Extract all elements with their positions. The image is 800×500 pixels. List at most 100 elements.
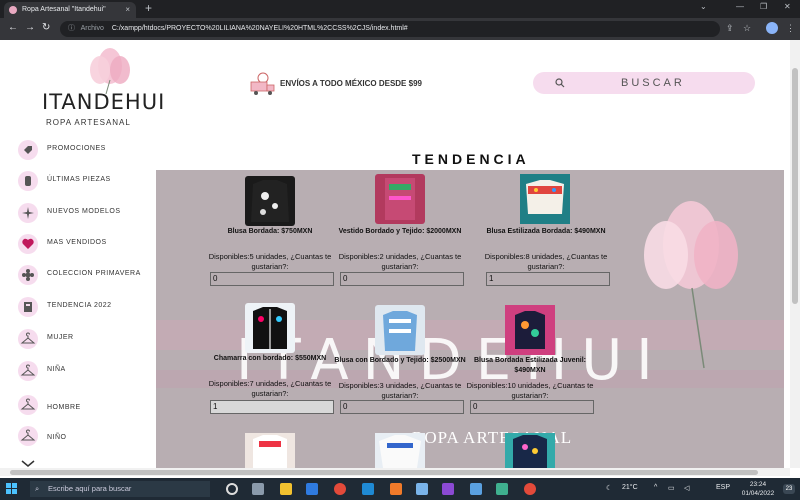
product-image[interactable] <box>375 433 425 468</box>
product-image[interactable] <box>245 176 295 226</box>
vscode-icon[interactable] <box>362 483 374 495</box>
notification-badge[interactable]: 23 <box>783 484 795 494</box>
product-name: Blusa Bordada: $750MXN <box>227 228 313 235</box>
delivery-truck-icon <box>250 72 275 95</box>
restore-icon[interactable]: ❐ <box>760 2 767 11</box>
sidebar-item-coleccion-primavera[interactable]: COLECCION PRIMAVERA <box>18 265 148 295</box>
tray-chevron-icon[interactable]: ^ <box>654 484 657 491</box>
quantity-stepper[interactable]: 1 <box>210 400 334 414</box>
sidebar-item-promociones[interactable]: PROMOCIONES <box>18 140 148 170</box>
task-view-icon[interactable] <box>226 483 238 495</box>
app-icon[interactable] <box>416 483 428 495</box>
widgets-icon[interactable] <box>252 483 264 495</box>
network-icon[interactable]: ▭ <box>668 484 675 492</box>
taskbar-search-placeholder: Escribe aquí para buscar <box>48 484 132 493</box>
product-stock: Disponibles:2 unidades, ¿Cuantas te gust… <box>338 252 462 271</box>
sidebar-item-hombre[interactable]: HOMBRE <box>18 395 148 425</box>
product-name: Blusa Bordada Estilizada Juvenil: $490MX… <box>473 357 587 374</box>
sidebar-item-nino[interactable]: NIÑO <box>18 426 148 456</box>
hanger-icon <box>18 426 38 446</box>
sidebar-item-label: MAS VENDIDOS <box>47 239 107 246</box>
flower-logo-icon <box>90 48 130 94</box>
quantity-input[interactable]: 0 <box>470 400 594 414</box>
tab-search-icon[interactable]: ⌄ <box>700 2 707 11</box>
quantity-input[interactable]: 0 <box>340 400 464 414</box>
product-image[interactable] <box>505 305 555 355</box>
search-icon <box>555 78 565 88</box>
menu-icon[interactable]: ⋮ <box>786 23 795 34</box>
sidebar-item-label: TENDENCIA 2022 <box>47 302 112 309</box>
volume-icon[interactable]: ◁ <box>684 484 689 492</box>
taskbar-clock[interactable]: 23:24 01/04/2022 <box>738 480 778 498</box>
vertical-scroll-thumb[interactable] <box>792 68 798 304</box>
product-image[interactable] <box>505 433 555 468</box>
sidebar-item-mujer[interactable]: MUJER <box>18 329 148 359</box>
minimize-icon[interactable]: — <box>736 2 744 11</box>
visual-studio-icon[interactable] <box>442 483 454 495</box>
logo[interactable]: ITANDEHUI ROPA ARTESANAL <box>34 44 164 127</box>
jar-icon <box>18 171 38 191</box>
profile-avatar[interactable] <box>766 22 778 34</box>
chevron-down-icon[interactable] <box>21 460 35 468</box>
reload-icon[interactable]: ↻ <box>42 22 50 33</box>
clock-time: 23:24 <box>749 481 767 488</box>
mail-icon[interactable] <box>306 483 318 495</box>
address-protocol: Archivo <box>80 25 104 32</box>
address-bar[interactable]: ⓘ Archivo C:/xampp/htdocs/PROYECTO%20LIL… <box>60 21 720 37</box>
quantity-input[interactable]: 0 <box>210 272 334 286</box>
product-image[interactable] <box>245 433 295 468</box>
language-indicator[interactable]: ESP <box>716 484 730 491</box>
info-icon[interactable]: ⓘ <box>68 25 75 32</box>
chrome-icon[interactable] <box>524 483 536 495</box>
sidebar-item-ultimas-piezas[interactable]: ÚLTIMAS PIEZAS <box>18 171 148 201</box>
search-bar[interactable]: BUSCAR <box>533 72 755 94</box>
file-explorer-icon[interactable] <box>280 483 292 495</box>
product-image[interactable] <box>375 174 425 224</box>
heart-icon <box>18 234 38 254</box>
address-url: C:/xampp/htdocs/PROYECTO%20LILIANA%20NAY… <box>111 25 408 32</box>
search-label: BUSCAR <box>621 77 685 89</box>
hanger-icon <box>18 395 38 415</box>
quantity-input[interactable]: 0 <box>340 272 464 286</box>
windows-taskbar: ⌕ Escribe aquí para buscar ☾ 21°C ^ ▭ ◁ … <box>0 478 800 500</box>
horizontal-scroll-thumb[interactable] <box>10 470 758 475</box>
browser-toolbar: ← → ↻ ⓘ Archivo C:/xampp/htdocs/PROYECTO… <box>0 18 800 40</box>
taskbar-search[interactable]: ⌕ Escribe aquí para buscar <box>30 481 210 497</box>
sidebar-item-nina[interactable]: NIÑA <box>18 361 148 391</box>
sidebar-item-label: ÚLTIMAS PIEZAS <box>47 176 111 183</box>
close-window-icon[interactable]: ✕ <box>784 2 791 11</box>
trend-icon <box>18 297 38 317</box>
tab-title: Ropa Artesanal "Itandehui" <box>22 6 106 13</box>
chrome-icon[interactable] <box>334 483 346 495</box>
product-image[interactable] <box>245 303 295 353</box>
section-title: TENDENCIA <box>412 151 530 167</box>
windows-start-icon[interactable] <box>6 483 18 495</box>
quantity-input[interactable]: 1 <box>486 272 610 286</box>
sidebar-item-tendencia[interactable]: TENDENCIA 2022 <box>18 297 148 327</box>
favicon-icon <box>9 6 17 14</box>
new-tab-button[interactable]: + <box>145 1 152 15</box>
hanger-icon <box>18 329 38 349</box>
search-icon: ⌕ <box>35 484 40 493</box>
site-header: ITANDEHUI ROPA ARTESANAL ENVÍOS A TODO M… <box>0 40 790 127</box>
product-image[interactable] <box>520 174 570 224</box>
bookmark-star-icon[interactable]: ☆ <box>743 23 751 34</box>
tab-close-button[interactable]: × <box>125 2 130 18</box>
product-image[interactable] <box>375 305 425 355</box>
sidebar-item-label: PROMOCIONES <box>47 145 106 152</box>
share-icon[interactable]: ⇪ <box>726 23 734 34</box>
back-icon[interactable]: ← <box>8 22 18 33</box>
weather-icon[interactable]: ☾ <box>606 484 612 492</box>
product-stock: Disponibles:5 unidades, ¿Cuantas te gust… <box>208 252 332 271</box>
forward-icon[interactable]: → <box>25 22 35 33</box>
product-stock: Disponibles:8 unidades, ¿Cuantas te gust… <box>484 252 608 271</box>
browser-tab[interactable]: Ropa Artesanal "Itandehui" × <box>4 2 136 18</box>
app-icon[interactable] <box>496 483 508 495</box>
sidebar-item-nuevos-modelos[interactable]: NUEVOS MODELOS <box>18 203 148 233</box>
sidebar-item-label: NIÑA <box>47 366 66 373</box>
photos-icon[interactable] <box>470 483 482 495</box>
category-sidebar: PROMOCIONES ÚLTIMAS PIEZAS NUEVOS MODELO… <box>0 126 150 468</box>
xampp-icon[interactable] <box>390 483 402 495</box>
sidebar-item-label: COLECCION PRIMAVERA <box>47 270 141 277</box>
sidebar-item-mas-vendidos[interactable]: MAS VENDIDOS <box>18 234 148 264</box>
